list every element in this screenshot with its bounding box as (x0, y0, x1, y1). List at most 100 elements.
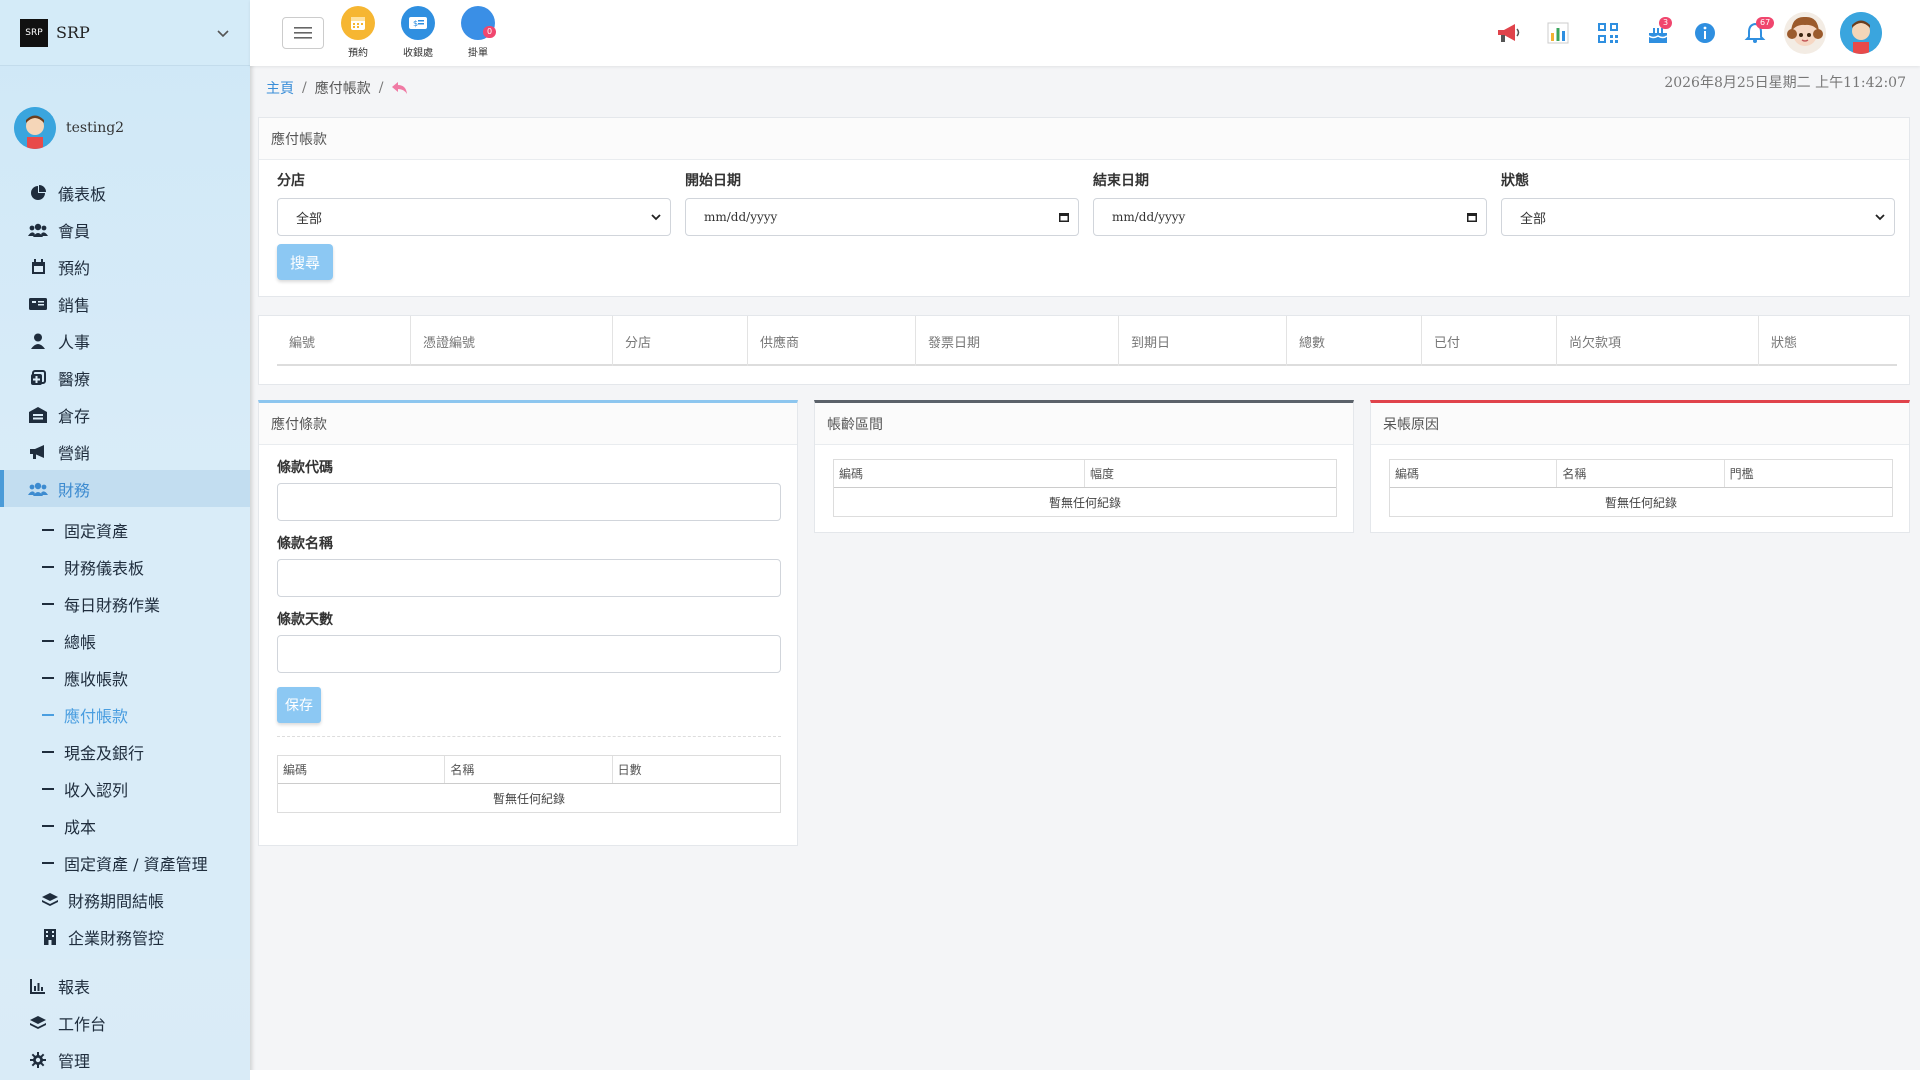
user-profile[interactable]: testing2 (0, 66, 250, 174)
qr-code-icon[interactable] (1595, 20, 1621, 46)
branch-select[interactable]: 全部 (277, 198, 671, 236)
sidebar-item-reports[interactable]: 報表 (0, 967, 250, 1004)
sidebar-item-medical[interactable]: 醫療 (0, 359, 250, 396)
sidebar-item-booking[interactable]: 預約 (0, 248, 250, 285)
column-header[interactable]: 分店 (613, 316, 748, 366)
column-header[interactable]: 發票日期 (916, 316, 1119, 366)
calendar-icon (341, 6, 375, 40)
birthday-cake-icon[interactable]: 3 (1645, 17, 1673, 46)
column-header[interactable]: 幅度 (1085, 460, 1336, 487)
current-datetime: 2026年8月25日星期二 上午11:42:07 (1664, 75, 1906, 91)
breadcrumb: 主頁 / 應付帳款 / (266, 78, 409, 98)
sidebar-item-sales[interactable]: 銷售 (0, 285, 250, 322)
subnav-fixed-assets[interactable]: 固定資產 (0, 511, 250, 548)
start-date-input[interactable]: mm/dd/yyyy (685, 198, 1079, 236)
subnav-label: 固定資產 (64, 521, 129, 541)
column-header[interactable]: 尚欠款項 (1557, 316, 1759, 366)
bad-debt-table: 編碼 名稱 門檻 暫無任何紀錄 (1389, 459, 1893, 517)
terms-table: 編碼 名稱 日數 暫無任何紀錄 (277, 755, 781, 813)
user-avatar-top[interactable] (1840, 12, 1882, 54)
sidebar-item-workbench[interactable]: 工作台 (0, 1004, 250, 1041)
term-name-input[interactable] (277, 559, 781, 597)
subnav-finance-dashboard[interactable]: 財務儀表板 (0, 548, 250, 585)
mascot-avatar[interactable] (1784, 12, 1826, 54)
payment-terms-title: 應付條款 (259, 403, 797, 445)
subnav-cost[interactable]: 成本 (0, 807, 250, 844)
column-header[interactable]: 供應商 (748, 316, 916, 366)
sidebar-item-admin[interactable]: 管理 (0, 1041, 250, 1078)
column-header[interactable]: 門檻 (1725, 460, 1892, 487)
subnav-payables[interactable]: 應付帳款 (0, 696, 250, 733)
report-chart-icon[interactable] (1545, 20, 1571, 46)
quick-booking-button[interactable]: 預約 (328, 6, 388, 59)
quick-hold-order-button[interactable]: 0 掛單 (448, 6, 508, 59)
megaphone-icon (28, 443, 48, 461)
payment-terms-panel: 應付條款 條款代碼 條款名稱 條款天數 保存 編碼 名稱 日數 暫無任何紀錄 (258, 400, 798, 846)
chevron-down-icon[interactable] (214, 24, 232, 42)
column-header[interactable]: 編碼 (278, 756, 446, 783)
sidebar-item-finance[interactable]: 財務 (0, 470, 250, 507)
bell-icon[interactable]: 67 (1742, 17, 1775, 46)
column-header[interactable]: 到期日 (1119, 316, 1287, 366)
column-header[interactable]: 已付 (1422, 316, 1557, 366)
term-code-input[interactable] (277, 483, 781, 521)
dash-icon (42, 602, 54, 605)
term-days-input[interactable] (277, 635, 781, 673)
subnav-revenue-recognition[interactable]: 收入認列 (0, 770, 250, 807)
layers-icon (28, 1014, 48, 1032)
column-header[interactable]: 編碼 (1390, 460, 1558, 487)
announcement-icon[interactable] (1495, 20, 1521, 46)
medical-icon (28, 369, 48, 387)
status-select[interactable]: 全部 (1501, 198, 1895, 236)
subnav-label: 企業財務管控 (68, 928, 165, 948)
breadcrumb-home-link[interactable]: 主頁 (266, 78, 294, 98)
end-date-filter: 結束日期 mm/dd/yyyy (1093, 170, 1487, 236)
empty-message: 暫無任何紀錄 (1048, 495, 1121, 510)
quick-cashier-button[interactable]: $ 收銀處 (388, 6, 448, 59)
search-button[interactable]: 搜尋 (277, 244, 333, 280)
bad-debt-reasons-panel: 呆帳原因 編碼 名稱 門檻 暫無任何紀錄 (1370, 400, 1910, 533)
sidebar-item-label: 會員 (58, 221, 91, 241)
subnav-label: 收入認列 (64, 780, 129, 800)
cashier-icon: $ (401, 6, 435, 40)
column-header[interactable]: 名稱 (1557, 460, 1725, 487)
subnav-enterprise-control[interactable]: 企業財務管控 (0, 918, 250, 955)
end-date-input[interactable]: mm/dd/yyyy (1093, 198, 1487, 236)
column-header[interactable]: 憑證編號 (411, 316, 613, 366)
sidebar-item-members[interactable]: 會員 (0, 211, 250, 248)
sidebar-item-marketing[interactable]: 營銷 (0, 433, 250, 470)
column-header[interactable]: 編號 (277, 316, 411, 366)
finance-users-icon (28, 480, 48, 498)
chevron-down-icon (1875, 214, 1885, 221)
calendar-icon[interactable] (1058, 211, 1070, 223)
subnav-receivables[interactable]: 應收帳款 (0, 659, 250, 696)
save-button[interactable]: 保存 (277, 687, 321, 723)
brand-header[interactable]: SRP SRP (0, 0, 250, 66)
column-header[interactable]: 總數 (1287, 316, 1422, 366)
menu-toggle-button[interactable] (282, 17, 324, 49)
user-avatar (14, 107, 56, 149)
sidebar-item-dashboard[interactable]: 儀表板 (0, 174, 250, 211)
bottom-nav: 報表 工作台 管理 (0, 967, 250, 1078)
subnav-period-close[interactable]: 財務期間結帳 (0, 881, 250, 918)
sidebar-item-hr[interactable]: 人事 (0, 322, 250, 359)
empty-message: 暫無任何紀錄 (1604, 495, 1677, 510)
info-icon[interactable] (1692, 20, 1718, 46)
subnav-cash-bank[interactable]: 現金及銀行 (0, 733, 250, 770)
layers-icon (42, 892, 58, 908)
warehouse-icon (28, 406, 48, 424)
subnav-asset-management[interactable]: 固定資產 / 資產管理 (0, 844, 250, 881)
subnav-general-ledger[interactable]: 總帳 (0, 622, 250, 659)
users-icon (28, 221, 48, 239)
calendar-icon[interactable] (1466, 211, 1478, 223)
dash-icon (42, 528, 54, 531)
subnav-daily-ops[interactable]: 每日財務作業 (0, 585, 250, 622)
column-header[interactable]: 日數 (613, 756, 780, 783)
quick-cashier-label: 收銀處 (403, 48, 433, 59)
back-arrow-icon[interactable] (391, 81, 409, 95)
column-header[interactable]: 名稱 (445, 756, 613, 783)
sidebar-item-warehouse[interactable]: 倉存 (0, 396, 250, 433)
term-code-label: 條款代碼 (277, 460, 333, 476)
column-header[interactable]: 編碼 (834, 460, 1085, 487)
column-header[interactable]: 狀態 (1759, 316, 1897, 366)
